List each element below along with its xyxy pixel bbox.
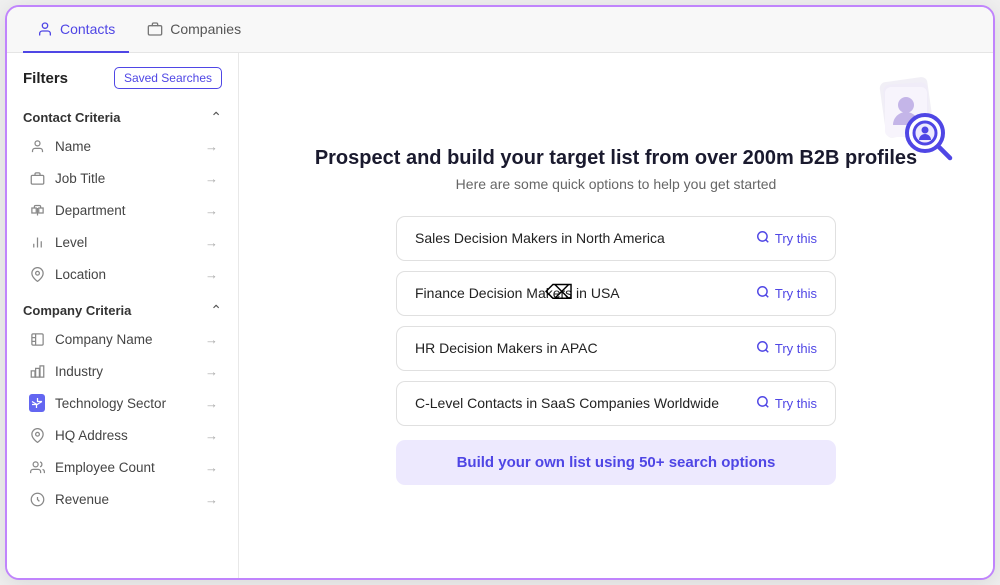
company-criteria-title: Company Criteria [23, 303, 131, 318]
build-list-button[interactable]: Build your own list using 50+ search opt… [396, 440, 836, 485]
filter-department[interactable]: Department → [11, 194, 234, 226]
options-list: Sales Decision Makers in North America T… [396, 216, 836, 426]
sidebar: Filters Saved Searches Contact Criteria … [7, 53, 239, 578]
filter-department-label: Department [55, 203, 126, 218]
level-arrow: → [205, 235, 218, 250]
option-4-search-icon [756, 395, 770, 412]
option-2-label: Finance Decision Makers in USA [415, 285, 620, 301]
filter-level-label: Level [55, 235, 87, 250]
filter-employee-count[interactable]: Employee Count → [11, 451, 234, 483]
option-3-search-icon [756, 340, 770, 357]
option-4-label: C-Level Contacts in SaaS Companies World… [415, 395, 719, 411]
company-criteria-chevron: ⌃ [210, 302, 222, 319]
main-layout: Filters Saved Searches Contact Criteria … [7, 53, 993, 578]
filter-employee-count-label: Employee Count [55, 460, 155, 475]
main-headline: Prospect and build your target list from… [315, 147, 917, 170]
filter-location[interactable]: Location → [11, 258, 234, 290]
name-arrow: → [205, 139, 218, 154]
filters-title: Filters [23, 70, 68, 87]
companies-icon [147, 21, 163, 37]
employee-count-arrow: → [205, 460, 218, 475]
tab-companies[interactable]: Companies [133, 7, 255, 53]
name-icon [29, 138, 45, 154]
option-1-try-label: Try this [775, 231, 817, 246]
option-4-try-label: Try this [775, 396, 817, 411]
filter-hq-address-label: HQ Address [55, 428, 128, 443]
job-title-icon [29, 170, 45, 186]
filter-job-title-label: Job Title [55, 171, 105, 186]
main-subheadline: Here are some quick options to help you … [456, 176, 777, 192]
option-4-action: Try this [756, 395, 817, 412]
option-card-1[interactable]: Sales Decision Makers in North America T… [396, 216, 836, 261]
filter-revenue-label: Revenue [55, 492, 109, 507]
job-title-arrow: → [205, 171, 218, 186]
main-panel: Prospect and build your target list from… [239, 53, 993, 578]
option-2-search-icon [756, 285, 770, 302]
illustration [867, 75, 957, 165]
hq-address-arrow: → [205, 428, 218, 443]
option-3-try-label: Try this [775, 341, 817, 356]
option-1-search-icon [756, 230, 770, 247]
hq-address-icon [29, 427, 45, 443]
filter-level[interactable]: Level → [11, 226, 234, 258]
contacts-icon [37, 21, 53, 37]
filter-industry-label: Industry [55, 364, 103, 379]
option-3-label: HR Decision Makers in APAC [415, 340, 598, 356]
saved-searches-button[interactable]: Saved Searches [114, 67, 222, 89]
filters-header: Filters Saved Searches [7, 53, 238, 97]
tab-contacts[interactable]: Contacts [23, 7, 129, 53]
filter-technology-sector[interactable]: Technology Sector → [11, 387, 234, 419]
location-arrow: → [205, 267, 218, 282]
contact-criteria-chevron: ⌃ [210, 109, 222, 126]
filter-name-label: Name [55, 139, 91, 154]
department-arrow: → [205, 203, 218, 218]
filter-revenue[interactable]: Revenue → [11, 483, 234, 515]
filter-hq-address[interactable]: HQ Address → [11, 419, 234, 451]
revenue-arrow: → [205, 492, 218, 507]
tab-companies-label: Companies [170, 21, 241, 37]
option-card-3[interactable]: HR Decision Makers in APAC Try this [396, 326, 836, 371]
contact-criteria-title: Contact Criteria [23, 110, 121, 125]
filter-job-title[interactable]: Job Title → [11, 162, 234, 194]
industry-icon [29, 363, 45, 379]
option-1-label: Sales Decision Makers in North America [415, 230, 665, 246]
company-criteria-header: Company Criteria ⌃ [7, 294, 238, 323]
filter-technology-sector-label: Technology Sector [55, 396, 166, 411]
level-icon [29, 234, 45, 250]
technology-sector-icon [29, 395, 45, 411]
option-2-try-label: Try this [775, 286, 817, 301]
technology-sector-arrow: → [205, 396, 218, 411]
employee-count-icon [29, 459, 45, 475]
filter-industry[interactable]: Industry → [11, 355, 234, 387]
option-2-action: Try this [756, 285, 817, 302]
tab-contacts-label: Contacts [60, 21, 115, 37]
filter-company-name[interactable]: Company Name → [11, 323, 234, 355]
option-card-4[interactable]: C-Level Contacts in SaaS Companies World… [396, 381, 836, 426]
location-icon [29, 266, 45, 282]
tab-bar: Contacts Companies [7, 7, 993, 53]
industry-arrow: → [205, 364, 218, 379]
option-3-action: Try this [756, 340, 817, 357]
option-1-action: Try this [756, 230, 817, 247]
filter-location-label: Location [55, 267, 106, 282]
filter-name[interactable]: Name → [11, 130, 234, 162]
filter-company-name-label: Company Name [55, 332, 153, 347]
company-name-arrow: → [205, 332, 218, 347]
contact-criteria-header: Contact Criteria ⌃ [7, 101, 238, 130]
revenue-icon [29, 491, 45, 507]
option-card-2[interactable]: Finance Decision Makers in USA Try this … [396, 271, 836, 316]
department-icon [29, 202, 45, 218]
company-name-icon [29, 331, 45, 347]
app-window: Contacts Companies Filters Saved Searche… [5, 5, 995, 580]
